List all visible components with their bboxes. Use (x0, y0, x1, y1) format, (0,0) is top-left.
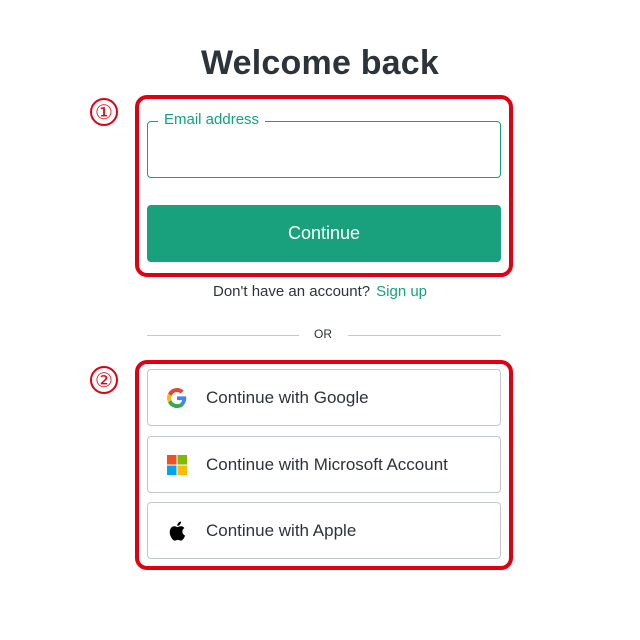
divider-line-left (147, 335, 299, 336)
annotation-number-2: ② (90, 366, 118, 394)
email-input[interactable] (160, 136, 492, 164)
divider-line-right (348, 335, 501, 336)
page-title: Welcome back (201, 44, 439, 82)
signup-row: Don't have an account? Sign up (0, 283, 640, 300)
continue-button[interactable]: Continue (147, 205, 501, 262)
continue-with-microsoft-button[interactable]: Continue with Microsoft Account (147, 436, 501, 493)
continue-with-google-label: Continue with Google (206, 387, 369, 407)
apple-icon (166, 520, 188, 542)
email-label: Email address (158, 111, 266, 128)
annotation-number-1: ① (90, 98, 118, 126)
continue-with-google-button[interactable]: Continue with Google (147, 369, 501, 426)
continue-with-apple-label: Continue with Apple (206, 520, 357, 540)
signup-link[interactable]: Sign up (376, 283, 427, 300)
email-field[interactable]: Email address (147, 111, 501, 178)
continue-with-microsoft-label: Continue with Microsoft Account (206, 454, 448, 474)
signup-prompt: Don't have an account? (212, 283, 371, 300)
microsoft-icon (166, 454, 188, 476)
continue-with-apple-button[interactable]: Continue with Apple (147, 502, 501, 559)
divider-or-label: OR (314, 327, 332, 341)
google-icon (166, 387, 188, 409)
